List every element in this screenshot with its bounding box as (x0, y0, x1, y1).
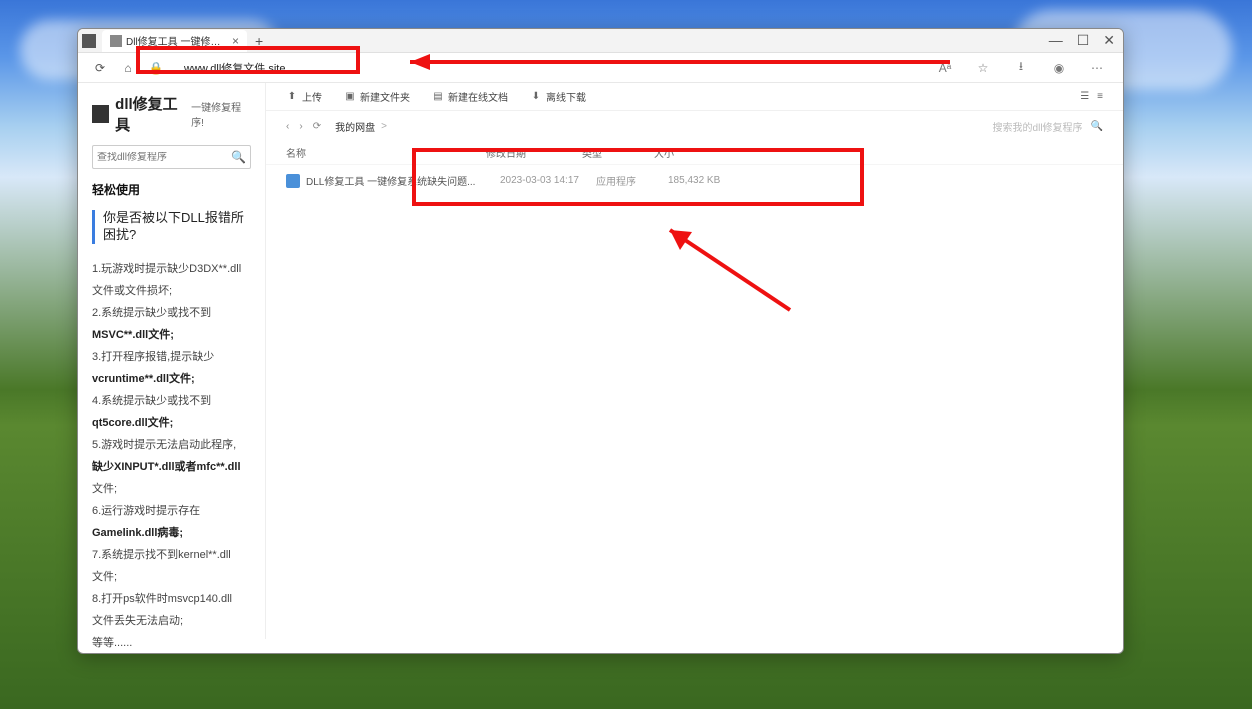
profile-icon[interactable]: ◉ (1051, 60, 1067, 76)
close-tab-icon[interactable]: × (232, 34, 239, 48)
new-doc-button[interactable]: ▤新建在线文档 (432, 89, 508, 104)
favorite-icon[interactable]: ☆ (975, 60, 991, 76)
home-icon[interactable]: ⌂ (120, 60, 136, 76)
minimize-button[interactable]: — (1049, 32, 1063, 49)
troubles-list: 1.玩游戏时提示缺少D3DX**.dll 文件或文件损坏; 2.系统提示缺少或找… (92, 258, 251, 654)
file-header: 名称 修改日期 类型 大小 (266, 141, 1123, 165)
offline-download-button[interactable]: ⬇离线下载 (530, 89, 586, 104)
nav-back-icon[interactable]: ‹ (286, 121, 289, 132)
col-size[interactable]: 大小 (654, 145, 734, 160)
folder-plus-icon: ▣ (344, 91, 356, 103)
list-view-icon[interactable]: ☰ (1080, 91, 1089, 102)
file-size: 185,432 KB (668, 175, 748, 186)
file-date: 2023-03-03 14:17 (500, 175, 596, 186)
window-controls: — ☐ ✕ (1049, 32, 1123, 49)
browser-tab[interactable]: Dll修复工具 一键修复电脑丢失D × (102, 30, 247, 52)
nav-refresh-icon[interactable]: ⟳ (313, 121, 321, 132)
new-tab-button[interactable]: + (255, 33, 263, 49)
nav-forward-icon[interactable]: › (299, 121, 302, 132)
close-window-button[interactable]: ✕ (1103, 32, 1115, 49)
url-input[interactable]: www.dll修复文件.site (176, 57, 376, 79)
file-search-hint[interactable]: 搜索我的dll修复程序 (993, 119, 1083, 134)
upload-icon: ⬆ (286, 91, 298, 103)
page-content: dll修复工具 一键修复程序! 🔍 轻松使用 你是否被以下DLL报错所困扰? 1… (78, 83, 1123, 639)
file-search-icon[interactable]: 🔍 (1091, 121, 1103, 132)
read-aloud-icon[interactable]: Aᵃ (937, 60, 953, 76)
maximize-button[interactable]: ☐ (1077, 32, 1090, 49)
sidebar: dll修复工具 一键修复程序! 🔍 轻松使用 你是否被以下DLL报错所困扰? 1… (78, 83, 266, 639)
new-folder-button[interactable]: ▣新建文件夹 (344, 89, 410, 104)
more-icon[interactable]: ⋯ (1089, 60, 1105, 76)
file-row[interactable]: DLL修复工具 一键修复系统缺失问题... 2023-03-03 14:17 应… (266, 165, 1123, 196)
document-icon: ▤ (432, 91, 444, 103)
file-name: DLL修复工具 一键修复系统缺失问题... (306, 173, 500, 188)
troubles-heading: 你是否被以下DLL报错所困扰? (92, 210, 251, 244)
tab-bar: Dll修复工具 一键修复电脑丢失D × + — ☐ ✕ (78, 29, 1123, 53)
refresh-icon[interactable]: ⟳ (92, 60, 108, 76)
download-icon: ⬇ (530, 91, 542, 103)
easy-use-title: 轻松使用 (92, 181, 251, 198)
grid-view-icon[interactable]: ≡ (1097, 91, 1103, 102)
tab-favicon (110, 35, 122, 47)
logo: dll修复工具 一键修复程序! (92, 93, 251, 135)
sidebar-search[interactable]: 🔍 (92, 145, 251, 169)
window-icon (82, 34, 96, 48)
address-bar: ⟳ ⌂ 🔒 www.dll修复文件.site Aᵃ ☆ ⭳ ◉ ⋯ (78, 53, 1123, 83)
upload-button[interactable]: ⬆上传 (286, 89, 322, 104)
url-text: www.dll修复文件.site (184, 60, 285, 76)
breadcrumb-path[interactable]: 我的网盘 (335, 119, 375, 134)
file-type: 应用程序 (596, 173, 668, 188)
col-name[interactable]: 名称 (286, 145, 486, 160)
logo-subtitle: 一键修复程序! (191, 99, 251, 129)
search-icon[interactable]: 🔍 (231, 150, 246, 164)
col-date[interactable]: 修改日期 (486, 145, 582, 160)
main-panel: ⬆上传 ▣新建文件夹 ▤新建在线文档 ⬇离线下载 ☰ ≡ ‹ › ⟳ 我的网盘 … (266, 83, 1123, 639)
breadcrumb-sep: > (381, 121, 387, 132)
breadcrumb-bar: ‹ › ⟳ 我的网盘 > 搜索我的dll修复程序 🔍 (266, 111, 1123, 141)
downloads-icon[interactable]: ⭳ (1013, 60, 1029, 76)
file-toolbar: ⬆上传 ▣新建文件夹 ▤新建在线文档 ⬇离线下载 ☰ ≡ (266, 83, 1123, 111)
search-input[interactable] (97, 152, 231, 163)
logo-title: dll修复工具 (115, 93, 189, 135)
col-type[interactable]: 类型 (582, 145, 654, 160)
gear-icon (92, 105, 109, 123)
tab-title: Dll修复工具 一键修复电脑丢失D (126, 33, 226, 48)
file-type-icon (286, 174, 300, 188)
lock-icon: 🔒 (148, 60, 164, 76)
browser-window: Dll修复工具 一键修复电脑丢失D × + — ☐ ✕ ⟳ ⌂ 🔒 www.dl… (77, 28, 1124, 654)
